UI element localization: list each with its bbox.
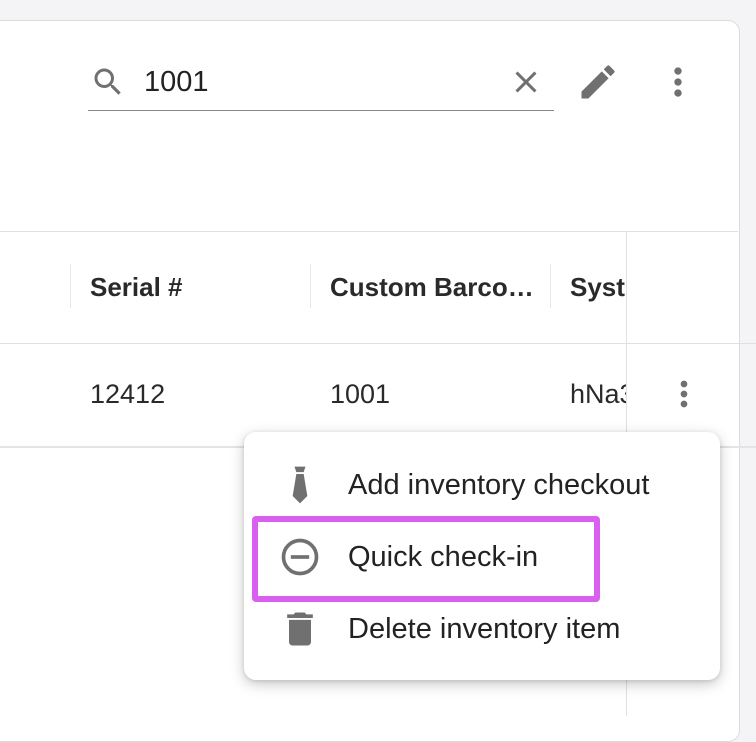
table-row[interactable]: 12412 1001 hNa3	[0, 344, 756, 444]
more-vert-icon[interactable]	[656, 60, 700, 104]
column-header-system[interactable]: Syst	[570, 232, 626, 342]
tie-icon	[292, 466, 308, 504]
clear-icon[interactable]	[508, 64, 544, 100]
table-header-row: Serial # Custom Barco… Syst	[0, 232, 756, 342]
cell-serial: 12412	[90, 378, 166, 409]
menu-item-delete-inventory-item[interactable]: Delete inventory item	[244, 594, 720, 664]
search-input[interactable]	[144, 62, 484, 102]
cell-custom-barcode: 1001	[330, 378, 391, 409]
column-header-serial[interactable]: Serial #	[90, 232, 300, 342]
column-separator	[550, 264, 551, 308]
row-more-vert-icon[interactable]	[664, 374, 704, 414]
menu-item-label: Quick check-in	[348, 540, 539, 573]
menu-item-label: Delete inventory item	[348, 612, 621, 645]
search-icon	[94, 68, 121, 95]
column-separator	[310, 264, 311, 308]
column-separator	[70, 264, 71, 308]
column-header-custom-barcode[interactable]: Custom Barco…	[330, 232, 535, 342]
edit-pencil-icon[interactable]	[576, 60, 620, 104]
row-context-menu: Add inventory checkout Quick check-in De…	[244, 432, 720, 680]
search-bar	[88, 56, 554, 111]
cell-system: hNa3	[570, 378, 626, 409]
menu-item-label: Add inventory checkout	[348, 468, 650, 501]
trash-icon	[287, 612, 313, 646]
menu-item-add-inventory-checkout[interactable]: Add inventory checkout	[244, 450, 720, 520]
menu-item-quick-check-in[interactable]: Quick check-in	[244, 522, 720, 592]
minus-circle-icon	[281, 538, 319, 576]
